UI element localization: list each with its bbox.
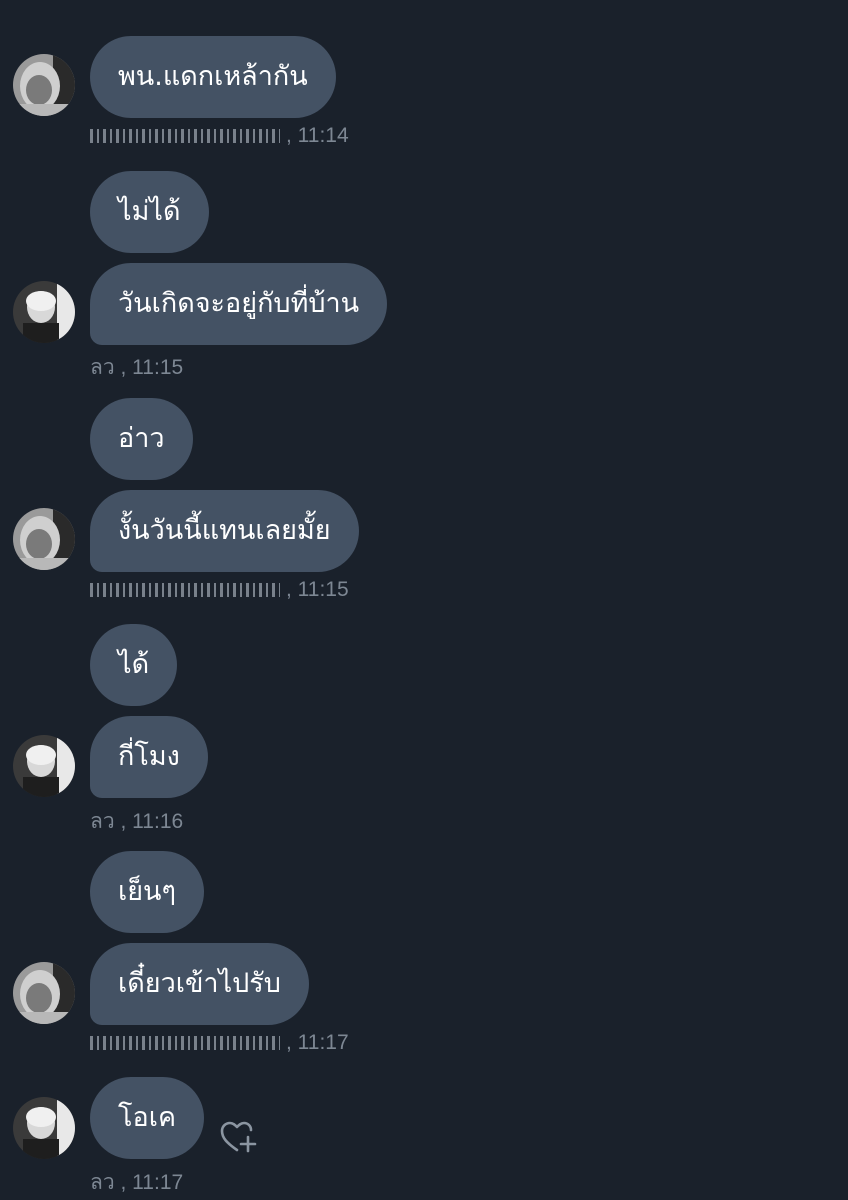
message-bubble[interactable]: วันเกิดจะอยู่กับที่บ้าน (90, 263, 388, 345)
message-bubble[interactable]: ได้ (90, 624, 178, 706)
message-meta: , 11:17 (90, 1031, 349, 1055)
sender-name-decorative (90, 1036, 280, 1051)
message-meta: ลว , 11:17 (90, 1166, 183, 1199)
message-bubble[interactable]: พน.แดกเหล้ากัน (90, 36, 336, 118)
message-meta: , 11:15 (90, 578, 349, 602)
message-bubble[interactable]: อ่าว (90, 398, 193, 480)
avatar-hooded[interactable] (13, 54, 75, 116)
chat-thread: พน.แดกเหล้ากัน , 11:14 ไม่ได้ วันเกิดจะอ… (0, 0, 848, 1200)
avatar-blond[interactable] (13, 735, 75, 797)
message-time: , 11:14 (286, 124, 349, 147)
message-bubble[interactable]: ไม่ได้ (90, 171, 209, 253)
message-time: , 11:16 (120, 810, 184, 833)
sender-name: ลว (90, 1171, 115, 1194)
message-bubble[interactable]: กี่โมง (90, 716, 208, 798)
avatar-blond[interactable] (13, 1097, 75, 1159)
message-meta: , 11:14 (90, 124, 349, 148)
message-bubble[interactable]: เย็นๆ (90, 851, 205, 933)
heart-plus-icon[interactable] (219, 1119, 259, 1159)
message-bubble[interactable]: เดี๋ยวเข้าไปรับ (90, 943, 309, 1025)
message-time: , 11:17 (286, 1031, 349, 1054)
message-bubble[interactable]: งั้นวันนี้แทนเลยมั้ย (90, 490, 359, 572)
sender-name: ลว (90, 356, 115, 379)
avatar-blond[interactable] (13, 281, 75, 343)
sender-name-decorative (90, 583, 280, 598)
avatar-hooded[interactable] (13, 508, 75, 570)
message-time: , 11:15 (120, 356, 184, 379)
message-bubble[interactable]: โอเค (90, 1077, 205, 1159)
message-meta: ลว , 11:16 (90, 805, 183, 838)
sender-name-decorative (90, 129, 280, 144)
avatar-hooded[interactable] (13, 962, 75, 1024)
sender-name: ลว (90, 810, 115, 833)
message-meta: ลว , 11:15 (90, 351, 183, 384)
message-time: , 11:17 (120, 1171, 184, 1194)
message-time: , 11:15 (286, 578, 349, 601)
